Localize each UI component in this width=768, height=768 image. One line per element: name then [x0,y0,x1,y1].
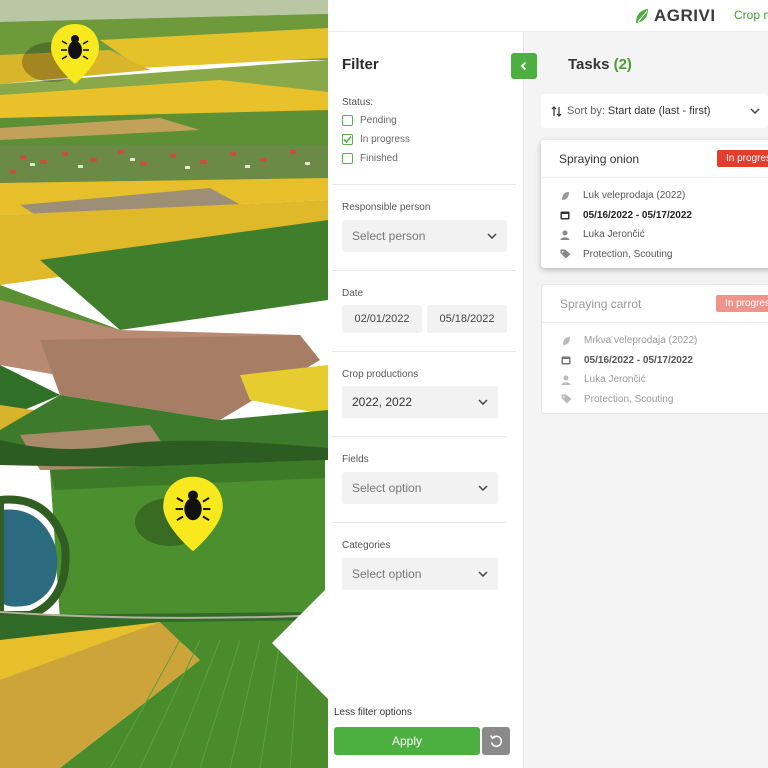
status-label: Status: [342,97,374,108]
task-name: Spraying carrot [560,296,642,311]
task-person-text: Luka Jerončić [583,229,645,241]
leaf-icon [562,336,570,345]
apply-button[interactable]: Apply [334,727,480,755]
chevron-down-icon [478,485,488,491]
categories-select[interactable]: Select option [342,558,498,590]
task-categories: Protection, Scouting [542,390,768,410]
top-header: AGRIVI Crop m [328,0,768,32]
calendar-icon [561,356,571,365]
logo-text: AGRIVI [654,6,716,25]
person-icon [560,230,570,240]
responsible-person-select[interactable]: Select person [342,220,507,252]
fields-label: Fields [342,454,369,465]
tasks-title: Tasks (2) [568,56,632,73]
divider [332,184,516,185]
leaf-icon [561,191,569,200]
tasks-count: (2) [613,56,632,73]
chevron-down-icon [487,233,497,239]
task-production-text: Mrkva veleprodaja (2022) [584,335,698,347]
sort-dropdown[interactable]: Sort by: Start date (last - first) [541,94,768,128]
crop-productions-select[interactable]: 2022, 2022 [342,386,498,418]
checkbox[interactable] [342,115,353,126]
leaf-logo-icon [636,9,648,23]
task-dates-text: 05/16/2022 - 05/17/2022 [583,209,692,221]
crop-productions-label: Crop productions [342,369,419,380]
panel-pointer-notch [272,585,330,701]
task-card[interactable]: Spraying carrot In progress Mrkva velepr… [541,284,768,414]
task-categories-text: Protection, Scouting [584,393,674,405]
status-option-label: Finished [360,153,398,164]
task-dates: 05/16/2022 - 05/17/2022 [542,351,768,371]
chevron-left-icon [520,61,527,71]
chevron-down-icon [478,571,488,577]
agrivi-logo[interactable]: AGRIVI [634,6,716,26]
task-production: Mrkva veleprodaja (2022) [542,331,768,351]
bug-location-pin-icon[interactable] [162,474,224,554]
task-categories-text: Protection, Scouting [583,248,673,260]
divider [332,436,506,437]
date-from-input[interactable]: 02/01/2022 [342,305,422,333]
person-icon [561,375,571,385]
chevron-down-icon [478,399,488,405]
fields-select[interactable]: Select option [342,472,498,504]
tag-icon [560,249,570,259]
tag-icon [561,394,571,404]
crop-nav-link[interactable]: Crop m [734,8,768,22]
select-value: Select option [352,567,422,581]
select-value: Select person [352,229,426,243]
status-badge: In progress [716,150,768,167]
task-dates: 05/16/2022 - 05/17/2022 [541,206,768,226]
bug-location-pin-icon[interactable] [50,22,100,86]
reset-icon [489,735,503,747]
checkbox[interactable] [342,153,353,164]
divider [332,351,516,352]
tasks-title-text: Tasks [568,56,610,73]
collapse-filter-button[interactable] [511,53,537,79]
status-badge: In progress [715,295,768,312]
date-label: Date [342,288,364,299]
task-person-text: Luka Jerončić [584,374,646,386]
task-card[interactable]: Spraying onion In progress Luk veleproda… [541,140,768,268]
categories-label: Categories [342,540,391,551]
filter-panel: Filter Status: Pending In progress Finis… [328,32,524,768]
chevron-down-icon [750,108,760,114]
date-to-input[interactable]: 05/18/2022 [427,305,507,333]
task-person: Luka Jerončić [541,225,768,245]
divider [332,522,506,523]
responsible-label: Responsible person [342,202,431,213]
reset-button[interactable] [482,727,510,755]
task-categories: Protection, Scouting [541,245,768,265]
sort-label: Sort by: [567,105,605,117]
task-production-text: Luk veleprodaja (2022) [583,190,686,202]
task-person: Luka Jerončić [542,370,768,390]
task-name: Spraying onion [559,151,640,166]
task-card-header: Spraying onion In progress [541,140,768,178]
select-value: 2022, 2022 [352,395,413,409]
status-option-in-progress[interactable]: In progress [342,134,410,145]
check-icon [343,135,352,144]
tasks-panel: Tasks (2) Sort by: Start date (last - fi… [525,32,768,768]
divider [332,270,516,271]
task-dates-text: 05/16/2022 - 05/17/2022 [584,354,693,366]
sort-value: Start date (last - first) [607,105,711,117]
select-value: Select option [352,481,422,495]
sort-arrows-icon [551,105,562,117]
task-production: Luk veleprodaja (2022) [541,186,768,206]
status-option-label: Pending [360,115,397,126]
status-option-pending[interactable]: Pending [342,115,397,126]
calendar-icon [560,211,570,220]
status-option-finished[interactable]: Finished [342,153,398,164]
status-option-label: In progress [360,134,411,145]
task-card-header: Spraying carrot In progress [542,285,768,323]
less-filter-options-link[interactable]: Less filter options [334,707,412,718]
checkbox-checked[interactable] [342,134,353,145]
filter-title: Filter [342,56,379,73]
